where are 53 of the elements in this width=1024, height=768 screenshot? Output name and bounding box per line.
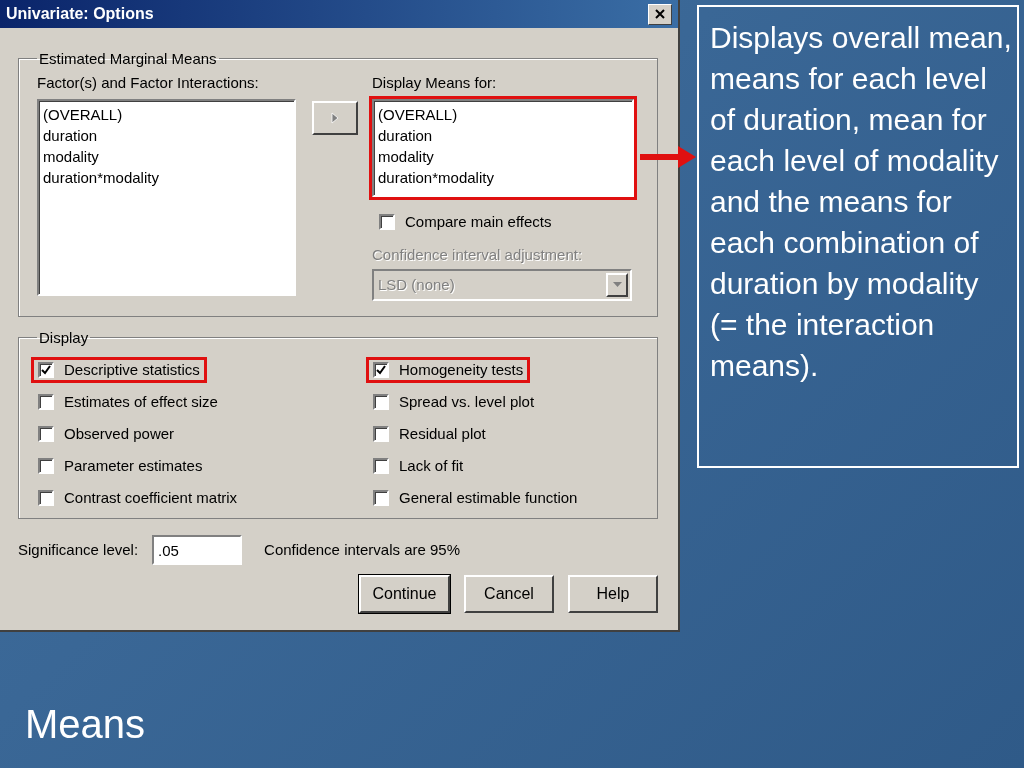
- checkbox[interactable]: [373, 458, 389, 474]
- checkbox[interactable]: [38, 362, 54, 378]
- checkbox-label[interactable]: Descriptive statistics: [64, 360, 200, 380]
- checkbox[interactable]: [373, 490, 389, 506]
- checkbox[interactable]: [373, 426, 389, 442]
- caret-icon: [612, 282, 622, 288]
- list-item[interactable]: (OVERALL): [378, 104, 628, 125]
- checkbox[interactable]: [373, 394, 389, 410]
- checkbox-label[interactable]: Estimates of effect size: [64, 392, 218, 412]
- dialog-button[interactable]: Help: [568, 575, 658, 613]
- slide-title: Means: [25, 702, 146, 747]
- dropdown-label: Confidence interval adjustment:: [372, 245, 584, 265]
- triangle-icon: [331, 112, 339, 124]
- dialog-button[interactable]: Continue: [359, 575, 450, 613]
- input-field[interactable]: .05: [152, 535, 243, 565]
- checkbox-label[interactable]: Spread vs. level plot: [399, 392, 535, 412]
- list-label: Display Means for:: [372, 73, 498, 93]
- list-item[interactable]: duration*modality: [378, 167, 628, 188]
- checkbox[interactable]: [38, 394, 54, 410]
- window-title: Univariate: Options: [6, 5, 154, 23]
- checkbox-label[interactable]: Contrast coefficient matrix: [64, 488, 238, 508]
- list-item[interactable]: modality: [43, 146, 290, 167]
- checkbox[interactable]: [38, 426, 54, 442]
- list-box[interactable]: (OVERALL) duration modality duration*modality: [372, 99, 634, 197]
- dialog-button[interactable]: Cancel: [464, 575, 554, 613]
- checkbox-label[interactable]: Observed power: [64, 424, 175, 444]
- pointer-arrow: [640, 145, 696, 169]
- list-box[interactable]: (OVERALL) duration modality duration*modality: [37, 99, 296, 296]
- list-label: Factor(s) and Factor Interactions:: [37, 73, 260, 93]
- checkbox-label[interactable]: Homogeneity tests: [399, 360, 524, 380]
- checkbox-label[interactable]: Lack of fit: [399, 456, 464, 476]
- callout-text: Displays overall mean, means for each level of duration, mean for each level of modality and the means for each combination of duration by modality (= the interaction means).: [697, 5, 1019, 468]
- checkbox[interactable]: [373, 362, 389, 378]
- list-item[interactable]: duration: [43, 125, 290, 146]
- dropdown-value: LSD (none): [378, 275, 455, 295]
- list-item[interactable]: modality: [378, 146, 628, 167]
- close-icon: [655, 9, 665, 19]
- field-label: Significance level:: [18, 540, 139, 560]
- info-text: Confidence intervals are 95%: [264, 540, 461, 560]
- close-button[interactable]: [648, 3, 672, 25]
- checkbox-label[interactable]: Compare main effects: [405, 212, 552, 232]
- move-button[interactable]: [312, 101, 358, 135]
- checkbox-label[interactable]: General estimable function: [399, 488, 578, 508]
- list-item[interactable]: duration: [378, 125, 628, 146]
- checkbox-label[interactable]: Residual plot: [399, 424, 486, 444]
- group-title: Estimated Marginal Means: [38, 50, 218, 67]
- list-item[interactable]: duration*modality: [43, 167, 290, 188]
- checkbox[interactable]: [38, 458, 54, 474]
- checkbox[interactable]: [379, 214, 395, 230]
- checkbox-label[interactable]: Parameter estimates: [64, 456, 203, 476]
- list-item[interactable]: (OVERALL): [43, 104, 290, 125]
- group-title: Display: [38, 329, 90, 346]
- checkbox[interactable]: [38, 490, 54, 506]
